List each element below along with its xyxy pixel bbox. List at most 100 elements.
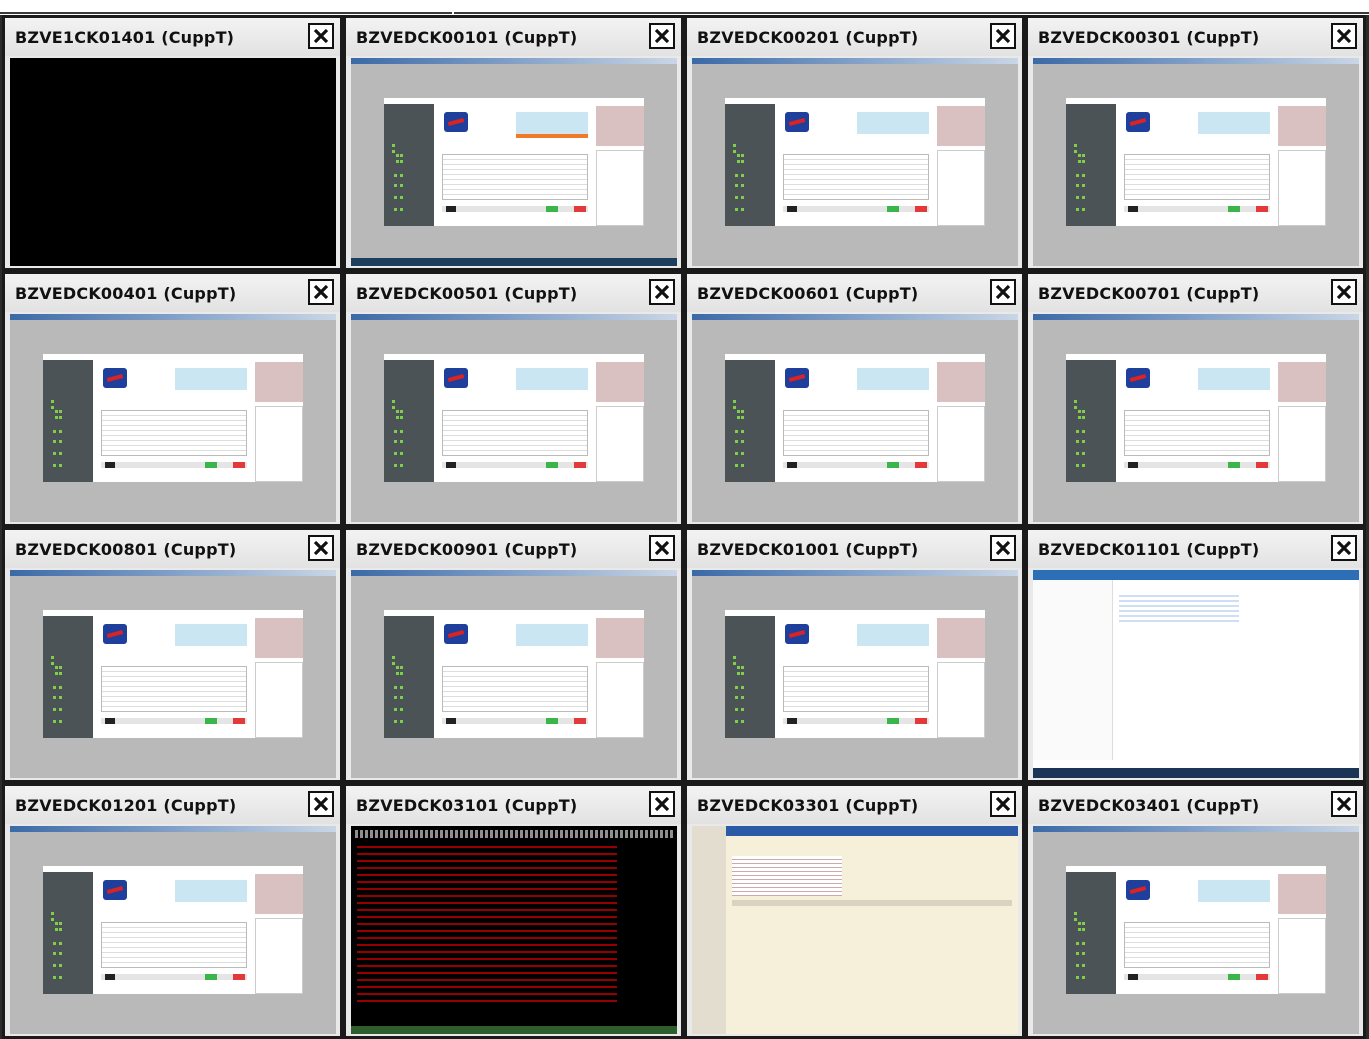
tile-header: BZVEDCK01201 (CuppT) (5, 786, 340, 824)
session-tile-13[interactable]: BZVEDCK01201 (CuppT) (2, 783, 343, 1039)
tile-header: BZVEDCK00101 (CuppT) (346, 18, 681, 56)
session-tile-16[interactable]: BZVEDCK03401 (CuppT) (1025, 783, 1366, 1039)
close-icon (313, 28, 329, 44)
close-icon (1336, 28, 1352, 44)
tile-title: BZVEDCK00201 (CuppT) (697, 27, 919, 47)
tile-title: BZVEDCK01101 (CuppT) (1038, 539, 1260, 559)
close-button[interactable] (308, 535, 334, 561)
session-preview[interactable] (10, 826, 336, 1034)
close-icon (313, 796, 329, 812)
close-button[interactable] (990, 791, 1016, 817)
tile-header: BZVEDCK01101 (CuppT) (1028, 530, 1363, 568)
tile-title: BZVE1CK01401 (CuppT) (15, 27, 235, 47)
close-icon (654, 284, 670, 300)
session-preview[interactable] (1033, 570, 1359, 778)
tile-title: BZVEDCK00501 (CuppT) (356, 283, 578, 303)
session-tile-12[interactable]: BZVEDCK01101 (CuppT) (1025, 527, 1366, 783)
session-grid: BZVE1CK01401 (CuppT) BZVEDCK00101 (CuppT… (0, 15, 1369, 1039)
close-button[interactable] (990, 279, 1016, 305)
top-bar-divider (0, 12, 452, 14)
tile-title: BZVEDCK00701 (CuppT) (1038, 283, 1260, 303)
tile-header: BZVE1CK01401 (CuppT) (5, 18, 340, 56)
tile-header: BZVEDCK03401 (CuppT) (1028, 786, 1363, 824)
session-tile-15[interactable]: BZVEDCK03301 (CuppT) (684, 783, 1025, 1039)
tile-header: BZVEDCK00201 (CuppT) (687, 18, 1022, 56)
session-tile-11[interactable]: BZVEDCK01001 (CuppT) (684, 527, 1025, 783)
close-button[interactable] (649, 279, 675, 305)
close-icon (1336, 540, 1352, 556)
close-icon (995, 796, 1011, 812)
close-button[interactable] (649, 535, 675, 561)
session-tile-4[interactable]: BZVEDCK00301 (CuppT) (1025, 15, 1366, 271)
top-bar-divider (454, 12, 1369, 14)
close-button[interactable] (649, 791, 675, 817)
top-bar (0, 0, 1369, 15)
close-icon (1336, 796, 1352, 812)
tile-title: BZVEDCK01201 (CuppT) (15, 795, 237, 815)
close-button[interactable] (1331, 791, 1357, 817)
close-button[interactable] (1331, 535, 1357, 561)
tile-title: BZVEDCK03101 (CuppT) (356, 795, 578, 815)
session-preview[interactable] (10, 314, 336, 522)
close-button[interactable] (308, 23, 334, 49)
tile-title: BZVEDCK03301 (CuppT) (697, 795, 919, 815)
session-tile-8[interactable]: BZVEDCK00701 (CuppT) (1025, 271, 1366, 527)
session-tile-10[interactable]: BZVEDCK00901 (CuppT) (343, 527, 684, 783)
session-tile-7[interactable]: BZVEDCK00601 (CuppT) (684, 271, 1025, 527)
close-icon (313, 540, 329, 556)
tile-title: BZVEDCK00301 (CuppT) (1038, 27, 1260, 47)
tile-header: BZVEDCK00401 (CuppT) (5, 274, 340, 312)
tile-header: BZVEDCK00501 (CuppT) (346, 274, 681, 312)
session-preview[interactable] (692, 826, 1018, 1034)
tile-header: BZVEDCK00801 (CuppT) (5, 530, 340, 568)
close-button[interactable] (649, 23, 675, 49)
session-preview[interactable] (1033, 826, 1359, 1034)
session-preview[interactable] (692, 58, 1018, 266)
session-preview[interactable] (10, 58, 336, 266)
close-icon (313, 284, 329, 300)
close-icon (995, 284, 1011, 300)
tile-title: BZVEDCK00401 (CuppT) (15, 283, 237, 303)
close-button[interactable] (990, 535, 1016, 561)
session-preview[interactable] (1033, 314, 1359, 522)
close-button[interactable] (308, 279, 334, 305)
tile-header: BZVEDCK00601 (CuppT) (687, 274, 1022, 312)
session-preview[interactable] (351, 826, 677, 1034)
session-preview[interactable] (351, 570, 677, 778)
close-icon (995, 540, 1011, 556)
session-preview[interactable] (692, 314, 1018, 522)
session-preview[interactable] (1033, 58, 1359, 266)
session-tile-14[interactable]: BZVEDCK03101 (CuppT) (343, 783, 684, 1039)
tile-header: BZVEDCK03101 (CuppT) (346, 786, 681, 824)
close-button[interactable] (1331, 279, 1357, 305)
tile-header: BZVEDCK00901 (CuppT) (346, 530, 681, 568)
session-preview[interactable] (351, 58, 677, 266)
tile-header: BZVEDCK01001 (CuppT) (687, 530, 1022, 568)
session-preview[interactable] (10, 570, 336, 778)
close-icon (995, 28, 1011, 44)
tile-title: BZVEDCK00601 (CuppT) (697, 283, 919, 303)
session-tile-5[interactable]: BZVEDCK00401 (CuppT) (2, 271, 343, 527)
close-icon (654, 28, 670, 44)
tile-header: BZVEDCK00301 (CuppT) (1028, 18, 1363, 56)
close-button[interactable] (308, 791, 334, 817)
session-tile-9[interactable]: BZVEDCK00801 (CuppT) (2, 527, 343, 783)
close-icon (654, 540, 670, 556)
session-tile-3[interactable]: BZVEDCK00201 (CuppT) (684, 15, 1025, 271)
close-button[interactable] (990, 23, 1016, 49)
session-tile-2[interactable]: BZVEDCK00101 (CuppT) (343, 15, 684, 271)
session-preview[interactable] (692, 570, 1018, 778)
tile-title: BZVEDCK03401 (CuppT) (1038, 795, 1260, 815)
tile-title: BZVEDCK00101 (CuppT) (356, 27, 578, 47)
tile-title: BZVEDCK00901 (CuppT) (356, 539, 578, 559)
session-preview[interactable] (351, 314, 677, 522)
tile-title: BZVEDCK00801 (CuppT) (15, 539, 237, 559)
close-icon (654, 796, 670, 812)
close-icon (1336, 284, 1352, 300)
tile-title: BZVEDCK01001 (CuppT) (697, 539, 919, 559)
tile-header: BZVEDCK03301 (CuppT) (687, 786, 1022, 824)
close-button[interactable] (1331, 23, 1357, 49)
tile-header: BZVEDCK00701 (CuppT) (1028, 274, 1363, 312)
session-tile-1[interactable]: BZVE1CK01401 (CuppT) (2, 15, 343, 271)
session-tile-6[interactable]: BZVEDCK00501 (CuppT) (343, 271, 684, 527)
